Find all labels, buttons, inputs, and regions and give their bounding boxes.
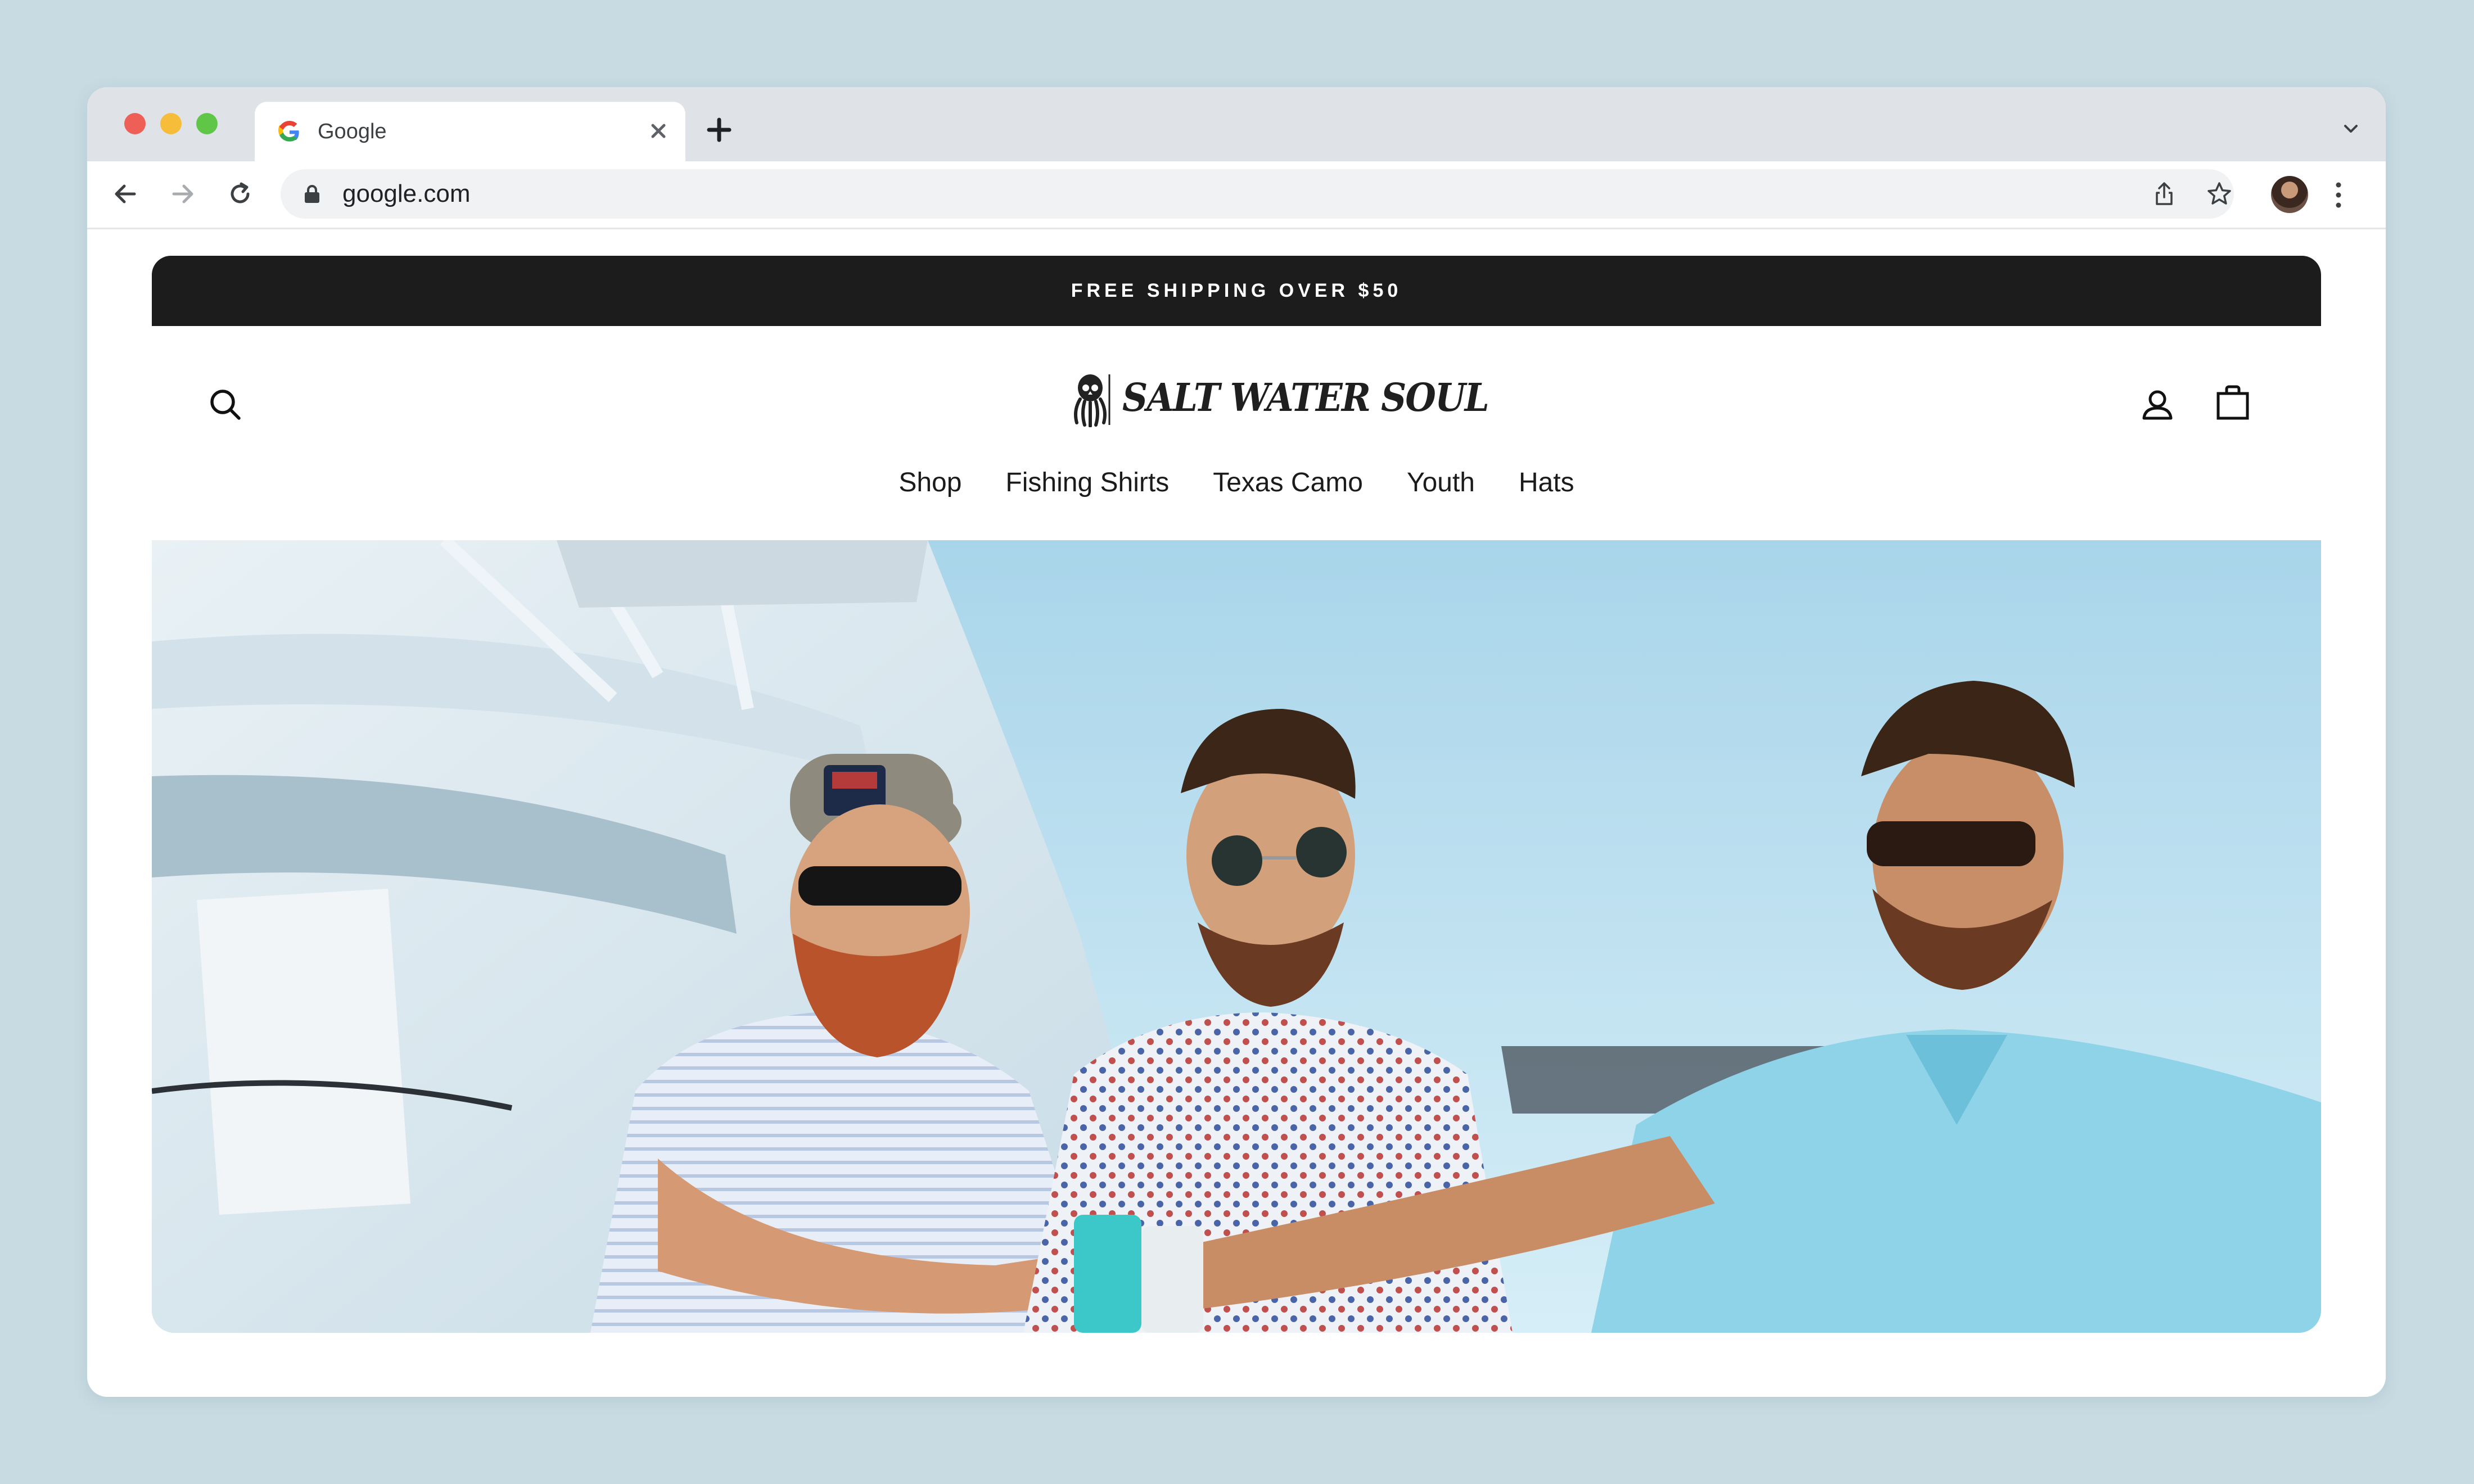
main-navigation: Shop Fishing Shirts Texas Camo Youth Hat… — [87, 463, 2386, 503]
close-icon[interactable] — [646, 119, 671, 143]
hero-banner[interactable] — [152, 540, 2321, 1333]
nav-fishing-shirts[interactable]: Fishing Shirts — [1005, 463, 1169, 503]
nav-youth[interactable]: Youth — [1407, 463, 1475, 503]
share-icon[interactable] — [2151, 180, 2178, 207]
chevron-down-icon[interactable] — [2340, 117, 2362, 140]
reload-icon[interactable] — [224, 178, 256, 210]
maximize-window-button[interactable] — [196, 113, 218, 134]
nav-shop[interactable]: Shop — [899, 463, 961, 503]
tab-title: Google — [318, 120, 387, 143]
nav-texas-camo[interactable]: Texas Camo — [1213, 463, 1363, 503]
close-window-button[interactable] — [124, 113, 146, 134]
forward-arrow-icon[interactable] — [167, 178, 198, 210]
lock-icon[interactable] — [303, 184, 321, 204]
tab-bar: Google — [87, 87, 2386, 161]
search-icon[interactable] — [205, 384, 246, 425]
cart-bag-icon[interactable] — [2213, 382, 2253, 423]
address-bar[interactable]: google.com — [281, 169, 2234, 219]
web-page: FREE SHIPPING OVER $50 SALT WATER SOUL S… — [87, 229, 2386, 1397]
hero-image — [152, 540, 2321, 1333]
octopus-skull-icon — [1074, 374, 1110, 427]
url-text: google.com — [342, 180, 471, 207]
avatar[interactable] — [2271, 176, 2308, 213]
announcement-bar: FREE SHIPPING OVER $50 — [152, 256, 2321, 326]
browser-toolbar: google.com — [87, 161, 2386, 229]
browser-window: Google google.com FREE SHIPPING OVER $50… — [87, 87, 2386, 1397]
logo-text: SALT WATER SOUL — [1122, 375, 1489, 420]
google-favicon — [278, 121, 299, 142]
site-logo[interactable]: SALT WATER SOUL — [1069, 371, 1489, 433]
menu-dots-icon[interactable] — [2327, 179, 2350, 211]
back-arrow-icon[interactable] — [110, 178, 141, 210]
nav-hats[interactable]: Hats — [1519, 463, 1574, 503]
announcement-text: FREE SHIPPING OVER $50 — [1071, 280, 1402, 301]
account-icon[interactable] — [2137, 384, 2178, 425]
star-icon[interactable] — [2206, 180, 2233, 207]
minimize-window-button[interactable] — [160, 113, 182, 134]
plus-icon[interactable] — [705, 115, 734, 144]
browser-tab[interactable]: Google — [255, 102, 685, 161]
